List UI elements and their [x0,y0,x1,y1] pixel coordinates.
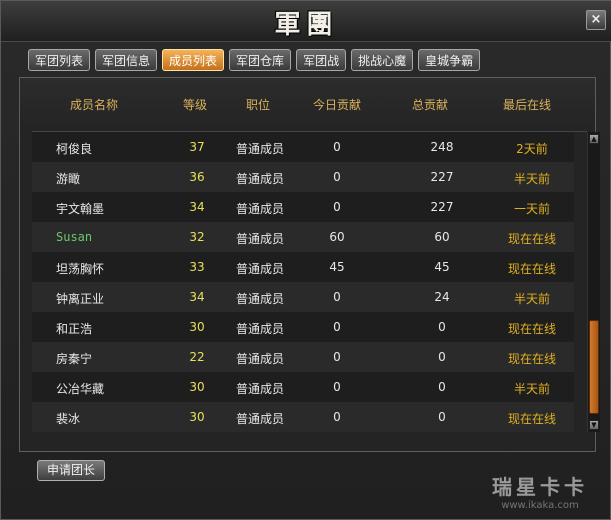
member-level: 22 [189,350,205,364]
table-row[interactable]: 钟离正业 34 普通成员 0 24 半天前 [32,282,574,312]
table-header: 成员名称 等级 职位 今日贡献 总贡献 最后在线 [20,78,595,128]
member-total-contribution: 227 [430,170,454,184]
member-today-contribution: 0 [333,410,341,424]
member-name: 坦荡胸怀 [56,262,105,276]
table-row[interactable]: 游瞰 36 普通成员 0 227 半天前 [32,162,574,192]
tab-legion-warehouse[interactable]: 军团仓库 [229,49,292,71]
column-header-position[interactable]: 职位 [238,96,278,113]
member-total-contribution: 0 [438,380,446,394]
column-header-last-online[interactable]: 最后在线 [497,96,557,113]
member-today-contribution: 0 [333,320,341,334]
member-today-contribution: 45 [329,260,345,274]
member-today-contribution: 0 [333,170,341,184]
member-name: 房秦宁 [56,352,93,366]
table-row[interactable]: 裴冰 30 普通成员 0 0 现在在线 [32,402,574,432]
member-position: 普通成员 [235,172,284,186]
member-position: 普通成员 [235,382,284,396]
member-position: 普通成员 [235,412,284,426]
member-level: 36 [189,170,205,184]
member-position: 普通成员 [235,322,284,336]
member-total-contribution: 60 [434,230,450,244]
member-position: 普通成员 [235,352,284,366]
watermark-url: www.ikaka.com [501,500,579,511]
member-level: 34 [189,290,205,304]
member-name: 宇文翰墨 [56,202,105,216]
table-row[interactable]: 房秦宁 22 普通成员 0 0 现在在线 [32,342,574,372]
member-last-online: 现在在线 [507,232,556,246]
member-name: 钟离正业 [56,292,105,306]
member-last-online: 现在在线 [507,262,556,276]
tab-legion-info[interactable]: 军团信息 [95,49,158,71]
scroll-down-button[interactable]: ▼ [589,420,599,430]
member-name: 和正浩 [56,322,93,336]
member-total-contribution: 248 [430,140,454,154]
column-header-today-contribution[interactable]: 今日贡献 [307,96,367,113]
member-last-online: 一天前 [513,202,550,216]
member-last-online: 2天前 [516,142,548,156]
member-position: 普通成员 [235,292,284,306]
tab-challenge-demon[interactable]: 挑战心魔 [351,49,414,71]
member-today-contribution: 0 [333,140,341,154]
table-row[interactable]: 和正浩 30 普通成员 0 0 现在在线 [32,312,574,342]
member-today-contribution: 0 [333,380,341,394]
watermark-logo: 瑞星卡卡 www.ikaka.com [475,471,605,516]
member-today-contribution: 0 [333,290,341,304]
member-list: 柯俊良 37 普通成员 0 248 2天前 游瞰 36 普通成员 0 227 半… [32,131,600,432]
member-level: 37 [189,140,205,154]
member-today-contribution: 0 [333,200,341,214]
member-level: 30 [189,380,205,394]
member-last-online: 半天前 [513,292,550,306]
legion-window: 軍團 × 军团列表 军团信息 成员列表 军团仓库 军团战 挑战心魔 皇城争霸 成… [0,0,611,520]
column-header-level[interactable]: 等级 [175,96,215,113]
member-total-contribution: 227 [430,200,454,214]
column-header-name[interactable]: 成员名称 [54,96,134,113]
member-total-contribution: 0 [438,410,446,424]
tab-bar: 军团列表 军团信息 成员列表 军团仓库 军团战 挑战心魔 皇城争霸 [28,49,481,73]
member-today-contribution: 0 [333,350,341,364]
member-last-online: 现在在线 [507,322,556,336]
tab-legion-war[interactable]: 军团战 [296,49,347,71]
member-level: 34 [189,200,205,214]
member-position: 普通成员 [235,202,284,216]
member-position: 普通成员 [235,262,284,276]
member-last-online: 现在在线 [507,352,556,366]
member-total-contribution: 45 [434,260,450,274]
member-name: 公冶华藏 [56,382,105,396]
apply-leader-button[interactable]: 申请团长 [37,460,105,481]
column-header-total-contribution[interactable]: 总贡献 [405,96,455,113]
member-level: 32 [189,230,205,244]
table-row[interactable]: 宇文翰墨 34 普通成员 0 227 一天前 [32,192,574,222]
member-name: 柯俊良 [56,142,93,156]
member-position: 普通成员 [235,142,284,156]
scroll-thumb[interactable] [589,320,599,414]
member-level: 30 [189,410,205,424]
member-total-contribution: 0 [438,350,446,364]
member-level: 30 [189,320,205,334]
scrollbar[interactable]: ▲ ▼ [587,132,600,432]
watermark-text: 瑞星卡卡 [492,475,588,499]
member-last-online: 现在在线 [507,412,556,426]
close-button[interactable]: × [586,10,606,30]
member-total-contribution: 0 [438,320,446,334]
member-level: 33 [189,260,205,274]
table-row[interactable]: 柯俊良 37 普通成员 0 248 2天前 [32,132,574,162]
scroll-up-button[interactable]: ▲ [589,134,599,144]
member-name: 游瞰 [56,172,81,186]
tab-member-list[interactable]: 成员列表 [162,49,225,71]
member-last-online: 半天前 [513,172,550,186]
member-name: Susan [56,230,93,244]
member-name: 裴冰 [56,412,81,426]
member-today-contribution: 60 [329,230,345,244]
table-row[interactable]: 坦荡胸怀 33 普通成员 45 45 现在在线 [32,252,574,282]
member-list-panel: 成员名称 等级 职位 今日贡献 总贡献 最后在线 柯俊良 37 普通成员 0 2… [19,77,600,452]
tab-imperial-contest[interactable]: 皇城争霸 [418,49,481,71]
window-title: 軍團 [274,10,339,40]
title-bar[interactable]: 軍團 × [1,1,611,42]
member-last-online: 半天前 [513,382,550,396]
table-row[interactable]: Susan 32 普通成员 60 60 现在在线 [32,222,574,252]
tab-legion-list[interactable]: 军团列表 [28,49,91,71]
table-row[interactable]: 公冶华藏 30 普通成员 0 0 半天前 [32,372,574,402]
member-position: 普通成员 [235,232,284,246]
member-total-contribution: 24 [434,290,450,304]
